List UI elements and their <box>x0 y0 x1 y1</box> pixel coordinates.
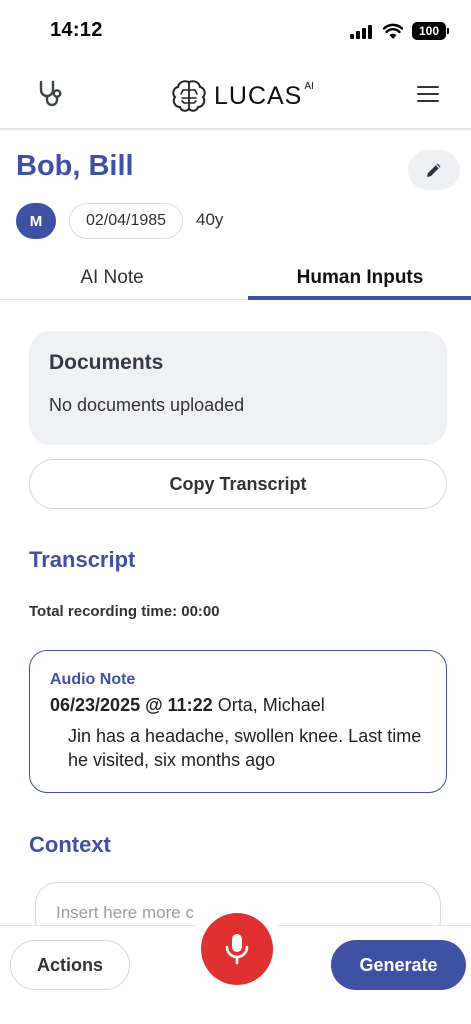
tab-ai-note[interactable]: AI Note <box>0 255 224 300</box>
logo-text: LUCAS <box>214 81 303 110</box>
wifi-icon <box>383 23 403 39</box>
battery-icon: 100 <box>412 22 449 40</box>
app-logo: LUCAS AI <box>170 76 314 116</box>
recording-time: Total recording time: 00:00 <box>29 603 220 620</box>
status-bar: 14:12 100 <box>0 0 471 62</box>
status-time: 14:12 <box>50 19 103 41</box>
audio-note-meta: 06/23/2025 @ 11:22 Orta, Michael <box>50 695 426 716</box>
brain-icon <box>172 80 206 112</box>
audio-note-author: Orta, Michael <box>217 695 325 715</box>
tab-bar: AI Note Human Inputs <box>0 255 471 300</box>
edit-patient-button[interactable] <box>408 150 460 190</box>
tab-human-inputs[interactable]: Human Inputs <box>248 255 471 300</box>
microphone-icon <box>225 934 249 965</box>
record-button[interactable] <box>201 913 273 985</box>
documents-title: Documents <box>49 351 164 374</box>
audio-note-datetime: 06/23/2025 @ 11:22 <box>50 695 213 715</box>
audio-note-text: Jin has a headache, swollen knee. Last t… <box>68 726 422 770</box>
actions-button[interactable]: Actions <box>10 940 130 990</box>
stethoscope-icon[interactable] <box>36 79 66 109</box>
dob-pill: 02/04/1985 <box>69 203 183 239</box>
copy-transcript-button[interactable]: Copy Transcript <box>29 459 447 509</box>
patient-name: Bob, Bill <box>16 150 134 182</box>
documents-empty-text: No documents uploaded <box>49 395 245 415</box>
signal-icon <box>350 25 374 39</box>
audio-note-card[interactable]: Audio Note 06/23/2025 @ 11:22 Orta, Mich… <box>29 650 447 793</box>
generate-button[interactable]: Generate <box>331 940 466 990</box>
documents-card: Documents No documents uploaded <box>29 331 447 445</box>
transcript-title: Transcript <box>29 547 136 572</box>
patient-age: 40y <box>196 210 224 229</box>
menu-icon[interactable] <box>417 86 439 104</box>
gender-badge: M <box>16 203 56 239</box>
logo-superscript: AI <box>304 80 314 92</box>
pencil-icon <box>427 163 441 177</box>
app-header: LUCAS AI <box>0 62 471 130</box>
context-title: Context <box>29 832 111 857</box>
active-tab-indicator <box>248 296 471 300</box>
audio-note-label: Audio Note <box>50 671 136 688</box>
